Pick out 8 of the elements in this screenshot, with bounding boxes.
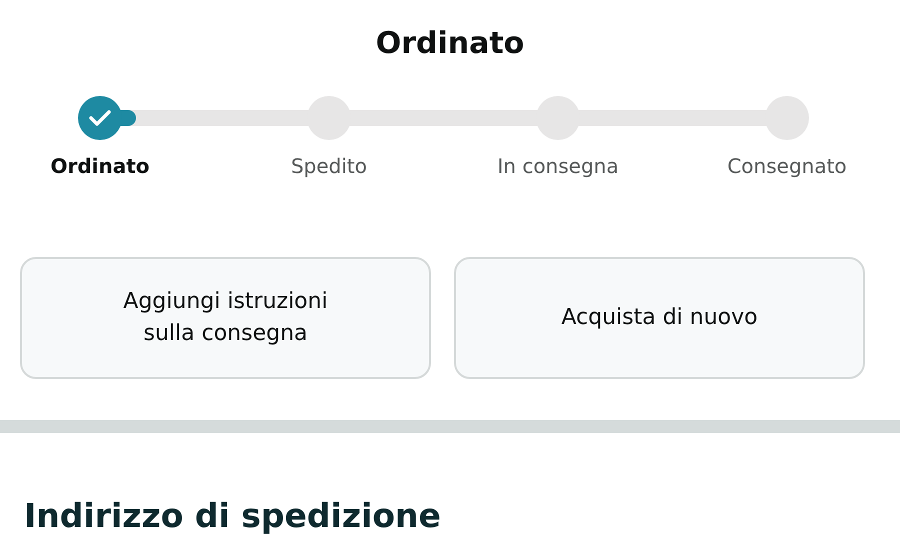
step-label: Consegnato (727, 154, 847, 178)
page-title: Ordinato (374, 25, 526, 63)
step-label: In consegna (497, 154, 619, 178)
step-label: Ordinato (50, 154, 150, 178)
action-button[interactable]: Acquista di nuovo (454, 257, 865, 379)
section-heading: Indirizzo di spedizione (24, 496, 442, 535)
action-button[interactable]: Aggiungi istruzioni sulla consegna (20, 257, 431, 379)
step-label: Spedito (290, 154, 368, 178)
